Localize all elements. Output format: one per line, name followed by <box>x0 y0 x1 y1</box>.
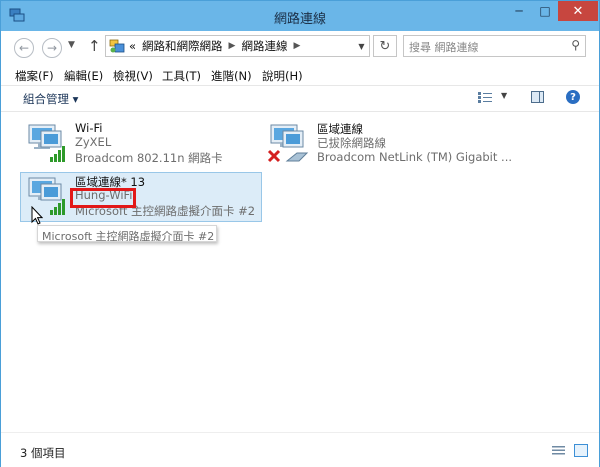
breadcrumb-network-internet[interactable]: 網路和網際網路 <box>142 38 223 54</box>
organize-button[interactable]: 組合管理 ▾ <box>23 91 78 107</box>
menu-file[interactable]: 檔案(F) <box>15 68 54 84</box>
tiles-view-icon[interactable] <box>574 444 588 457</box>
menu-view[interactable]: 檢視(V) <box>113 68 153 84</box>
forward-button[interactable]: → <box>42 38 62 58</box>
help-icon[interactable]: ? <box>566 90 580 104</box>
menu-bar: 檔案(F) 編輯(E) 檢視(V) 工具(T) 進階(N) 說明(H) <box>1 65 599 86</box>
preview-pane-icon[interactable] <box>531 91 544 103</box>
connection-item-wifi[interactable]: Wi-Fi ZyXEL Broadcom 802.11n 網路卡 <box>21 120 261 168</box>
change-view-icon[interactable] <box>478 91 492 104</box>
address-dropdown-button[interactable]: ▼ <box>353 35 370 57</box>
highlight-annotation-box <box>70 188 136 208</box>
tooltip: Microsoft 主控網路虛擬介面卡 #2 <box>37 225 217 242</box>
maximize-button[interactable]: □ <box>532 1 558 21</box>
status-bar: 3 個項目 <box>1 432 599 467</box>
connections-list: Wi-Fi ZyXEL Broadcom 802.11n 網路卡 區域連線 已拔… <box>1 112 599 432</box>
back-button[interactable]: ← <box>14 38 34 58</box>
connection-device: Broadcom NetLink (TM) Gigabit ... <box>317 150 513 164</box>
view-options-dropdown[interactable]: ▼ <box>501 91 507 100</box>
search-input[interactable]: 搜尋 網路連線 ⚲ <box>403 35 586 57</box>
connection-name: Wi-Fi <box>75 121 103 135</box>
item-count: 3 個項目 <box>20 446 66 460</box>
command-bar: 組合管理 ▾ ▼ ? <box>1 86 599 112</box>
connection-status: 已拔除網路線 <box>317 136 386 150</box>
menu-help[interactable]: 說明(H) <box>262 68 303 84</box>
connection-status: ZyXEL <box>75 135 112 149</box>
connection-item-local-area-13[interactable]: 區域連線* 13 Hung-WiFi Microsoft 主控網路虛擬介面卡 #… <box>20 172 262 222</box>
recent-locations-dropdown[interactable]: ▼ <box>68 40 75 50</box>
connection-item-local-area[interactable]: 區域連線 已拔除網路線 Broadcom NetLink (TM) Gigabi… <box>263 120 543 168</box>
address-bar[interactable]: « 網路和網際網路 ▶ 網路連線 ▶ <box>105 35 370 57</box>
details-view-icon[interactable] <box>552 445 565 457</box>
minimize-button[interactable]: ─ <box>506 1 532 21</box>
mouse-cursor-icon <box>31 206 43 225</box>
search-icon[interactable]: ⚲ <box>571 38 580 52</box>
breadcrumb-overflow[interactable]: « <box>129 39 136 53</box>
close-button[interactable]: ✕ <box>558 1 598 21</box>
menu-edit[interactable]: 編輯(E) <box>64 68 103 84</box>
search-placeholder: 搜尋 網路連線 <box>409 41 479 54</box>
breadcrumb-separator[interactable]: ▶ <box>229 41 236 51</box>
breadcrumb-network-connections[interactable]: 網路連線 <box>241 38 287 54</box>
wifi-connected-icon <box>28 124 65 162</box>
control-panel-icon <box>109 39 125 53</box>
refresh-button[interactable]: ↻ <box>373 35 397 57</box>
up-button[interactable]: ↑ <box>88 37 101 55</box>
network-connections-window: 網路連線 ─ □ ✕ ← → ▼ ↑ « 網路和網際網路 ▶ 網路連線 ▶ ▼ … <box>0 0 600 467</box>
title-bar[interactable]: 網路連線 ─ □ ✕ <box>1 1 599 31</box>
navigation-bar: ← → ▼ ↑ « 網路和網際網路 ▶ 網路連線 ▶ ▼ ↻ 搜尋 網路連線 ⚲ <box>1 31 599 65</box>
breadcrumb-separator[interactable]: ▶ <box>293 41 300 51</box>
menu-tools[interactable]: 工具(T) <box>162 68 201 84</box>
ethernet-disconnected-icon <box>267 124 309 163</box>
menu-advanced[interactable]: 進階(N) <box>211 68 252 84</box>
connection-device: Broadcom 802.11n 網路卡 <box>75 151 223 165</box>
